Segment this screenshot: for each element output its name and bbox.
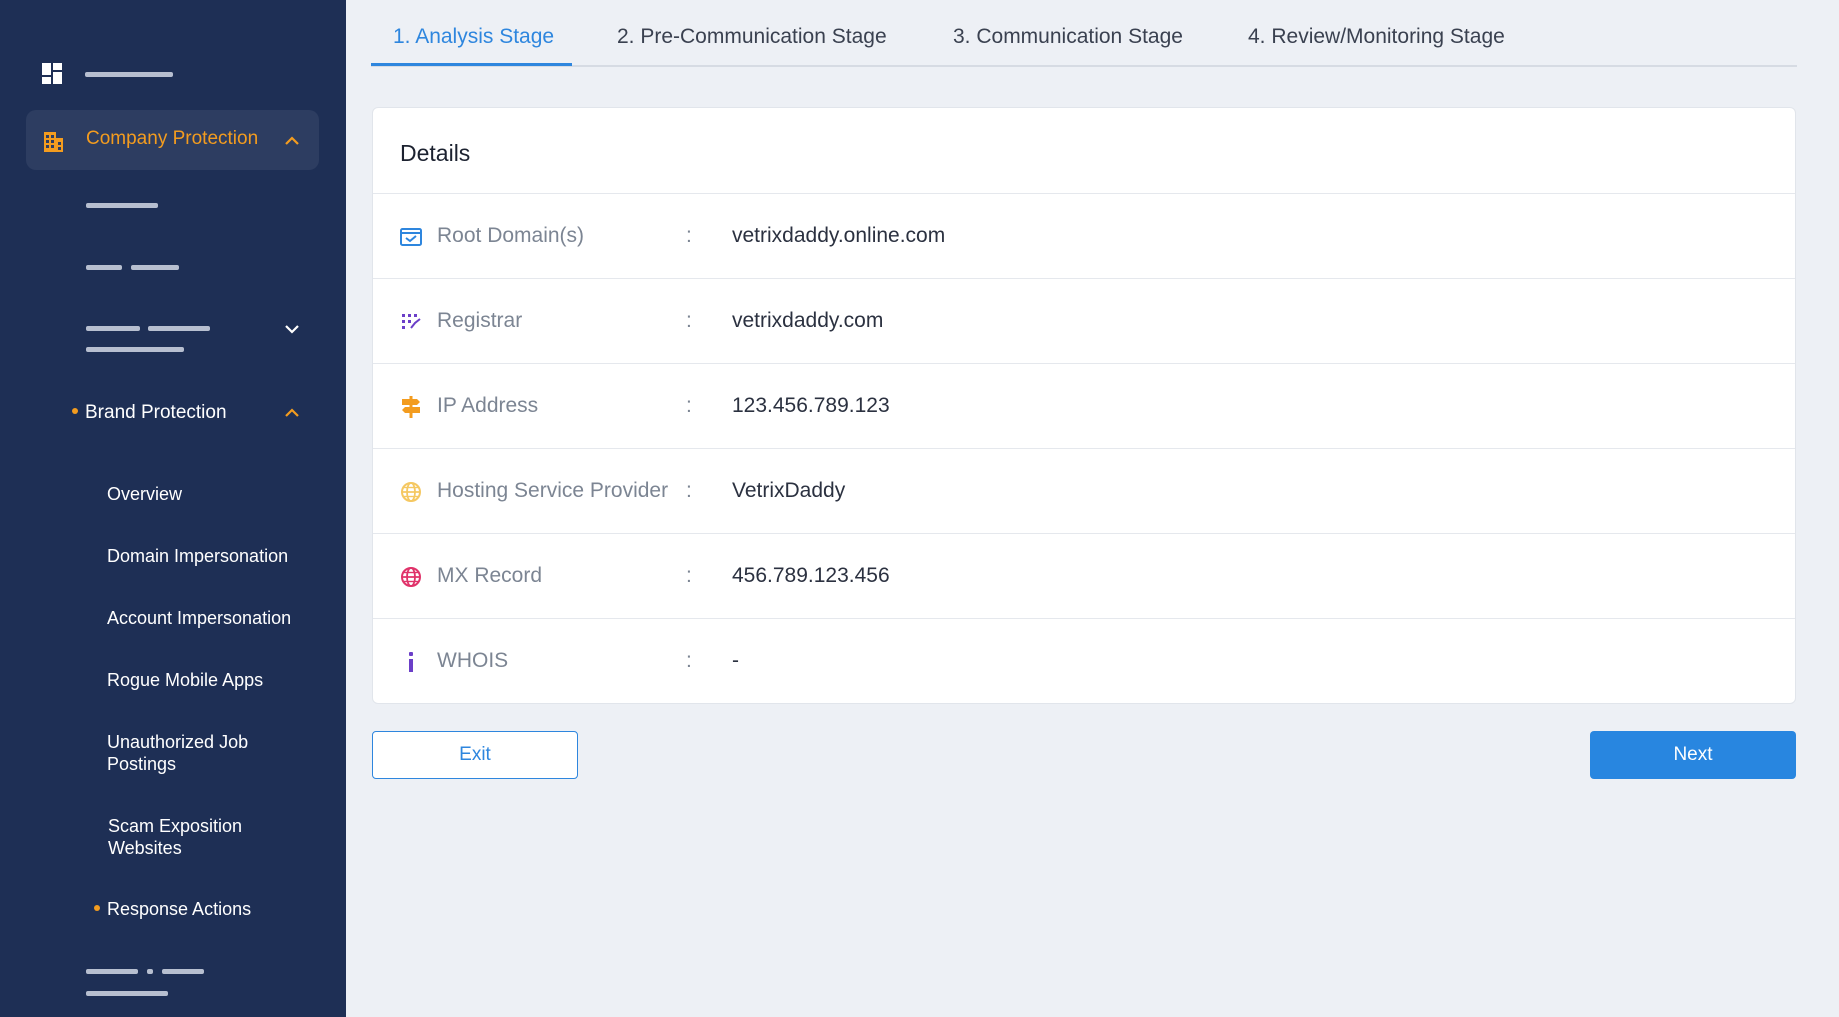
chevron-up-icon — [285, 136, 299, 145]
sidebar-item-rogue-mobile-apps[interactable]: Rogue Mobile Apps — [107, 669, 263, 691]
chevron-up-icon[interactable] — [284, 408, 300, 418]
detail-row-root-domains: Root Domain(s) : vetrixdaddy.online.com — [373, 193, 1795, 278]
bullet-dot — [72, 407, 78, 414]
sidebar-item-company-protection[interactable]: Company Protection — [26, 110, 319, 170]
sidebar-item-response-actions[interactable]: Response Actions — [94, 898, 251, 920]
detail-value: VetrixDaddy — [732, 479, 846, 502]
detail-separator: : — [686, 479, 692, 502]
detail-value: - — [732, 649, 739, 672]
dashboard-icon[interactable] — [42, 63, 64, 85]
details-card: Details Root Domain(s) : vetrixdaddy.onl… — [372, 107, 1796, 704]
sidebar-item-unauthorized-job-postings[interactable]: Unauthorized Job Postings — [107, 731, 292, 775]
sidebar-item-scam-exposition-websites[interactable]: Scam Exposition Websites — [108, 815, 283, 859]
domain-check-icon — [400, 228, 422, 246]
signpost-icon — [402, 396, 420, 418]
detail-label: Root Domain(s) — [437, 224, 585, 247]
sidebar-item-brand-protection[interactable]: Brand Protection — [72, 402, 227, 424]
tab-review-monitoring-stage[interactable]: 4. Review/Monitoring Stage — [1248, 25, 1505, 49]
placeholder-bar — [131, 265, 179, 270]
placeholder-bar — [85, 72, 173, 77]
card-title: Details — [400, 140, 471, 166]
placeholder-bar — [86, 991, 168, 996]
sidebar-item-account-impersonation[interactable]: Account Impersonation — [107, 607, 291, 629]
detail-label: IP Address — [437, 394, 539, 417]
stage-tabs: 1. Analysis Stage 2. Pre-Communication S… — [371, 0, 1797, 67]
sidebar-item-overview[interactable]: Overview — [107, 483, 182, 505]
registrar-dots-icon — [402, 314, 421, 329]
detail-separator: : — [686, 394, 692, 417]
next-button[interactable]: Next — [1590, 731, 1796, 779]
detail-label: MX Record — [437, 564, 543, 587]
detail-row-hosting-service-provider: Hosting Service Provider : VetrixDaddy — [373, 448, 1795, 533]
detail-row-mx-record: MX Record : 456.789.123.456 — [373, 533, 1795, 618]
bullet-dot — [94, 905, 100, 912]
building-icon — [44, 132, 63, 152]
detail-value: vetrixdaddy.com — [732, 309, 884, 332]
placeholder-bar — [148, 326, 210, 331]
placeholder-bar — [86, 203, 158, 208]
sidebar-item-label: Brand Protection — [85, 402, 227, 423]
detail-separator: : — [686, 649, 692, 672]
placeholder-bar — [147, 969, 153, 974]
detail-value: 123.456.789.123 — [732, 394, 890, 417]
globe-icon — [401, 567, 421, 587]
detail-separator: : — [686, 564, 692, 587]
detail-row-registrar: Registrar : vetrixdaddy.com — [373, 278, 1795, 363]
detail-separator: : — [686, 309, 692, 332]
active-tab-indicator — [371, 63, 572, 66]
detail-separator: : — [686, 224, 692, 247]
detail-label: WHOIS — [437, 649, 509, 672]
placeholder-bar — [86, 347, 184, 352]
tab-pre-communication-stage[interactable]: 2. Pre-Communication Stage — [617, 25, 887, 49]
detail-value: 456.789.123.456 — [732, 564, 890, 587]
sidebar: Company Protection Brand Protection Over… — [0, 0, 346, 1017]
tab-communication-stage[interactable]: 3. Communication Stage — [953, 25, 1183, 49]
detail-label: Hosting Service Provider — [437, 479, 669, 502]
chevron-down-icon[interactable] — [284, 324, 300, 334]
detail-row-whois: WHOIS : - — [373, 618, 1795, 703]
sidebar-item-label: Response Actions — [107, 899, 252, 919]
placeholder-bar — [86, 969, 138, 974]
detail-row-ip-address: IP Address : 123.456.789.123 — [373, 363, 1795, 448]
placeholder-bar — [86, 326, 140, 331]
exit-button[interactable]: Exit — [372, 731, 578, 779]
sidebar-item-domain-impersonation[interactable]: Domain Impersonation — [107, 545, 288, 567]
sidebar-item-label: Company Protection — [86, 128, 259, 149]
placeholder-bar — [162, 969, 204, 974]
info-icon — [409, 652, 413, 672]
detail-value: vetrixdaddy.online.com — [732, 224, 946, 247]
globe-icon — [401, 482, 421, 502]
tab-analysis-stage[interactable]: 1. Analysis Stage — [393, 25, 554, 49]
placeholder-bar — [86, 265, 122, 270]
detail-label: Registrar — [437, 309, 523, 332]
